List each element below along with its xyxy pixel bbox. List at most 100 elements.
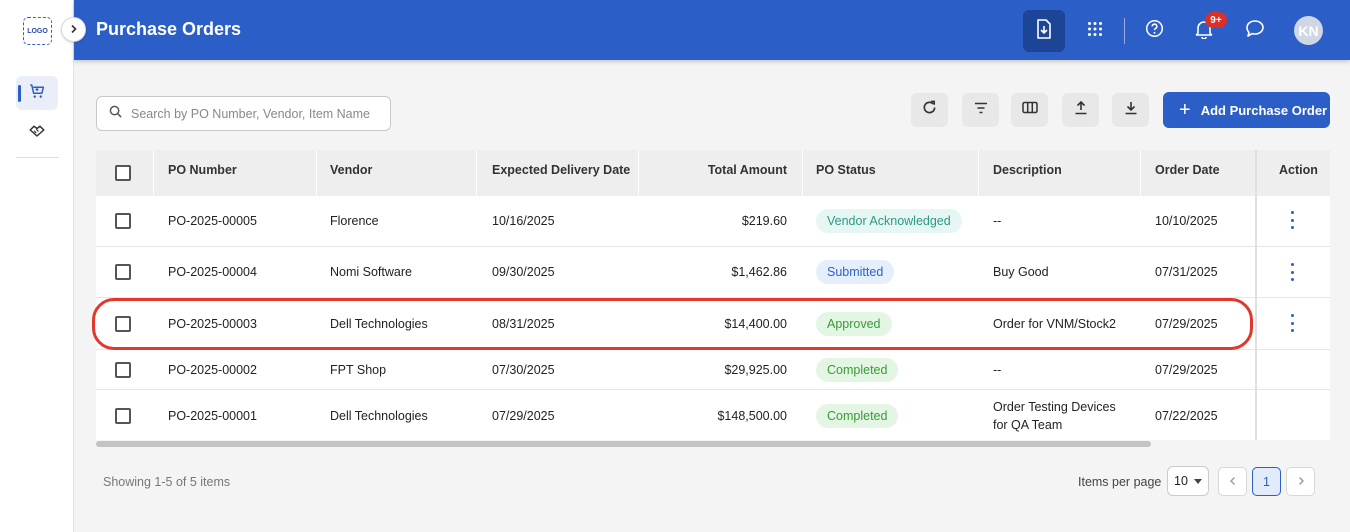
- column-header-total-amount[interactable]: Total Amount: [638, 163, 787, 177]
- action-column-divider: [1255, 150, 1330, 440]
- side-rail: LOGO: [0, 0, 74, 532]
- help-button[interactable]: [1133, 10, 1175, 52]
- po-number-cell: PO-2025-00002: [168, 363, 257, 377]
- total-amount-cell: $148,500.00: [717, 409, 787, 423]
- order-date-cell: 07/29/2025: [1155, 317, 1218, 331]
- row-checkbox[interactable]: [115, 362, 131, 378]
- upload-button[interactable]: [1062, 93, 1099, 127]
- chevron-left-icon: [1229, 475, 1237, 489]
- description-cell: Order Testing Devices: [993, 400, 1116, 414]
- cart-icon: [28, 82, 46, 105]
- chat-button[interactable]: [1234, 10, 1276, 52]
- chevron-right-icon: [69, 21, 79, 39]
- expected-delivery-cell: 09/30/2025: [492, 265, 555, 279]
- po-number-cell: PO-2025-00001: [168, 409, 257, 423]
- upload-icon: [1074, 100, 1088, 120]
- chat-icon: [1245, 19, 1265, 43]
- column-divider: [802, 150, 803, 196]
- search-box[interactable]: [96, 96, 391, 131]
- column-divider: [978, 150, 979, 196]
- column-header-expected-delivery[interactable]: Expected Delivery Date: [492, 163, 630, 177]
- expected-delivery-cell: 08/31/2025: [492, 317, 555, 331]
- order-date-cell: 10/10/2025: [1155, 214, 1218, 228]
- active-indicator: [18, 85, 21, 102]
- purchase-orders-table: PO Number Vendor Expected Delivery Date …: [96, 150, 1330, 440]
- status-badge: Submitted: [816, 260, 895, 284]
- order-date-cell: 07/31/2025: [1155, 265, 1218, 279]
- add-button-label: Add Purchase Order: [1200, 102, 1328, 118]
- document-download-icon: [1035, 18, 1053, 44]
- description-cell: Buy Good: [993, 265, 1049, 279]
- expected-delivery-cell: 07/30/2025: [492, 363, 555, 377]
- column-divider: [316, 150, 317, 196]
- column-header-po-number[interactable]: PO Number: [168, 163, 237, 177]
- total-amount-cell: $219.60: [741, 214, 787, 228]
- download-icon: [1124, 100, 1138, 120]
- table-row[interactable]: PO-2025-00005 Florence 10/16/2025 $219.6…: [96, 196, 1330, 247]
- filter-button[interactable]: [962, 93, 999, 127]
- search-input[interactable]: [131, 106, 381, 121]
- columns-icon: [1021, 101, 1038, 119]
- status-badge: Completed: [816, 358, 899, 382]
- expected-delivery-cell: 10/16/2025: [492, 214, 555, 228]
- sidebar-item-purchase-orders[interactable]: [16, 76, 58, 110]
- vendor-cell: FPT Shop: [330, 363, 387, 377]
- row-checkbox[interactable]: [115, 213, 131, 229]
- column-divider: [476, 150, 477, 196]
- select-all-checkbox[interactable]: [115, 165, 131, 181]
- search-icon: [109, 105, 122, 123]
- handshake-icon: [28, 121, 46, 144]
- column-header-vendor[interactable]: Vendor: [330, 163, 372, 177]
- column-header-order-date[interactable]: Order Date: [1155, 163, 1220, 177]
- status-badge: Completed: [816, 404, 899, 428]
- total-amount-cell: $14,400.00: [724, 317, 787, 331]
- caret-down-icon: [1194, 479, 1202, 484]
- expected-delivery-cell: 07/29/2025: [492, 409, 555, 423]
- vendor-cell: Florence: [330, 214, 379, 228]
- items-per-page-select[interactable]: 10: [1167, 466, 1209, 496]
- plus-icon: +: [1179, 99, 1191, 121]
- add-purchase-order-button[interactable]: + Add Purchase Order: [1163, 92, 1330, 128]
- import-document-button[interactable]: [1023, 10, 1065, 52]
- status-badge: Vendor Acknowledged: [816, 209, 962, 233]
- download-button[interactable]: [1112, 93, 1149, 127]
- table-header: PO Number Vendor Expected Delivery Date …: [96, 150, 1330, 196]
- apps-button[interactable]: [1074, 10, 1116, 52]
- description-cell: --: [993, 363, 1002, 377]
- rail-divider: [16, 157, 59, 158]
- chevron-right-icon: [1297, 475, 1305, 489]
- row-checkbox[interactable]: [115, 316, 131, 332]
- page-title: Purchase Orders: [96, 19, 242, 39]
- column-header-po-status[interactable]: PO Status: [816, 163, 876, 177]
- items-per-page-value: 10: [1174, 474, 1188, 488]
- refresh-icon: [922, 100, 937, 120]
- filter-icon: [974, 101, 988, 119]
- po-number-cell: PO-2025-00004: [168, 265, 257, 279]
- table-row[interactable]: PO-2025-00004 Nomi Software 09/30/2025 $…: [96, 247, 1330, 298]
- header-divider: [1124, 18, 1125, 44]
- table-row[interactable]: PO-2025-00003 Dell Technologies 08/31/20…: [96, 298, 1330, 350]
- column-header-description[interactable]: Description: [993, 163, 1062, 177]
- horizontal-scrollbar[interactable]: [96, 441, 1151, 447]
- sidebar-item-vendors[interactable]: [16, 115, 58, 149]
- total-amount-cell: $1,462.86: [731, 265, 787, 279]
- next-page-button[interactable]: [1286, 467, 1315, 496]
- help-icon: [1145, 19, 1164, 43]
- description-cell: Order for VNM/Stock2: [993, 317, 1116, 331]
- vendor-cell: Nomi Software: [330, 265, 412, 279]
- grid-icon: [1087, 21, 1103, 42]
- description-cell: --: [993, 214, 1002, 228]
- row-checkbox[interactable]: [115, 408, 131, 424]
- columns-button[interactable]: [1011, 93, 1048, 127]
- order-date-cell: 07/29/2025: [1155, 363, 1218, 377]
- user-avatar[interactable]: KN: [1294, 16, 1323, 45]
- po-number-cell: PO-2025-00005: [168, 214, 257, 228]
- row-checkbox[interactable]: [115, 264, 131, 280]
- table-row[interactable]: PO-2025-00001 Dell Technologies 07/29/20…: [96, 390, 1330, 440]
- status-badge: Approved: [816, 312, 892, 336]
- table-row[interactable]: PO-2025-00002 FPT Shop 07/30/2025 $29,92…: [96, 350, 1330, 390]
- refresh-button[interactable]: [911, 93, 948, 127]
- previous-page-button[interactable]: [1218, 467, 1247, 496]
- page-button-current[interactable]: 1: [1252, 467, 1281, 496]
- expand-sidebar-button[interactable]: [61, 17, 86, 42]
